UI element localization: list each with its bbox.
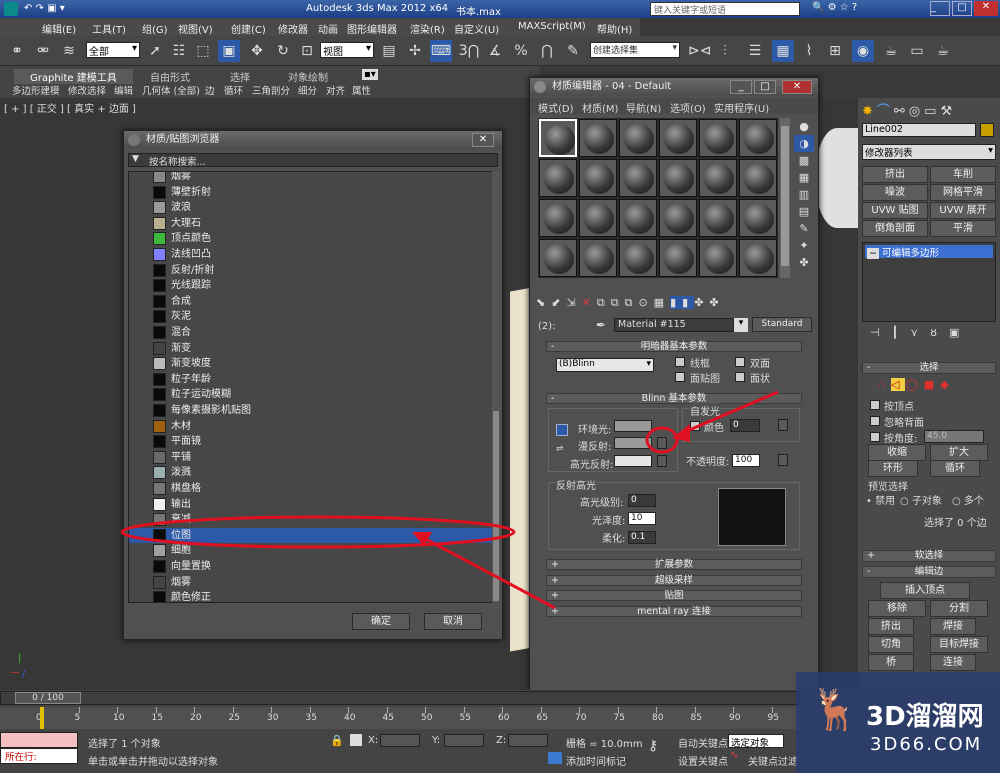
annotation-ellipse-diffuse	[645, 426, 679, 454]
annotation-ellipse-bitmap	[120, 515, 516, 549]
annotation-arrow-bitmap	[419, 534, 556, 610]
annotation-arrow-diffuse	[679, 390, 779, 436]
annotation-overlay	[120, 390, 779, 610]
